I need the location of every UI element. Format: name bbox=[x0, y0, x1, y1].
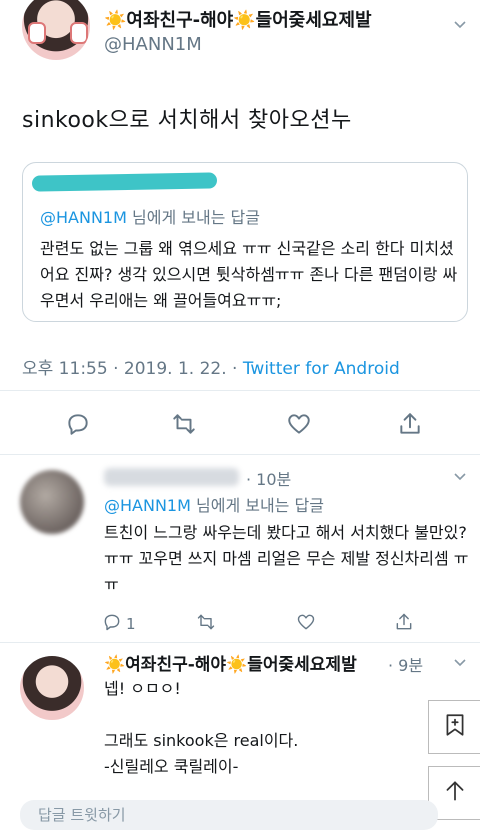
divider bbox=[0, 642, 480, 643]
reply-avatar[interactable] bbox=[20, 656, 84, 720]
bookmark-add-icon bbox=[442, 712, 468, 742]
avatar-hand-right bbox=[70, 22, 88, 44]
reply-compose-input[interactable]: 답글 트윗하기 bbox=[20, 800, 438, 830]
tweet-timestamp-line: 오후 11:55 · 2019. 1. 22. · Twitter for An… bbox=[22, 354, 400, 379]
share-icon[interactable] bbox=[396, 410, 424, 438]
reply-body: 넵! ㅇㅁㅇ! 그래도 sinkook은 real이다. -신릴레오 쿡릴레이- bbox=[104, 679, 299, 776]
retweet-icon[interactable] bbox=[170, 410, 198, 438]
tweet-source-link[interactable]: Twitter for Android bbox=[243, 359, 400, 379]
chevron-down-icon[interactable] bbox=[452, 16, 468, 32]
chevron-down-icon[interactable] bbox=[452, 654, 468, 674]
reply-body: 트친이 느그랑 싸우는데 봤다고 해서 서치했다 불만있? ㅠㅠ 꼬우면 쓰지 … bbox=[104, 523, 469, 594]
avatar-hand-left bbox=[28, 22, 46, 44]
reply-icon bbox=[102, 612, 122, 636]
reply-author-name-blurred bbox=[104, 468, 239, 486]
bookmark-add-button[interactable] bbox=[428, 700, 480, 754]
tweet-text: sinkook으로 서치해서 찾아오션누 bbox=[22, 108, 352, 133]
share-icon[interactable] bbox=[394, 612, 414, 636]
reply-author-name[interactable]: ☀️여좌친구-해야☀️들어줒세요제발 bbox=[104, 650, 357, 675]
chevron-down-icon[interactable] bbox=[452, 468, 468, 488]
quote-reply-context: @HANN1M 님에게 보내는 답글 bbox=[40, 204, 260, 228]
heart-icon[interactable] bbox=[296, 612, 316, 636]
reply-context-handle[interactable]: @HANN1M bbox=[104, 496, 191, 515]
reply-context: @HANN1M 님에게 보내는 답글 bbox=[104, 492, 324, 516]
reply-icon[interactable] bbox=[64, 410, 92, 438]
arrow-up-icon bbox=[442, 778, 468, 808]
author-handle[interactable]: @HANN1M bbox=[104, 34, 202, 55]
reply-context-suffix: 님에게 보내는 답글 bbox=[196, 496, 324, 515]
author-avatar[interactable] bbox=[22, 0, 90, 60]
quote-body: 관련도 없는 그룹 왜 엮으세요 ㅠㅠ 신국같은 소리 한다 미치셨어요 진짜?… bbox=[40, 239, 458, 310]
redaction-scribble bbox=[31, 172, 218, 192]
quote-reply-handle[interactable]: @HANN1M bbox=[40, 208, 127, 227]
retweet-icon[interactable] bbox=[196, 612, 216, 636]
reply-avatar[interactable] bbox=[20, 470, 84, 534]
tweet-timestamp[interactable]: 오후 11:55 · 2019. 1. 22. · bbox=[22, 359, 243, 379]
reply-count: 1 bbox=[126, 615, 136, 633]
reply-time: · 10분 bbox=[246, 470, 292, 489]
quote-reply-suffix: 님에게 보내는 답글 bbox=[132, 208, 260, 227]
divider bbox=[0, 454, 480, 455]
reply-button[interactable]: 1 bbox=[102, 612, 136, 636]
author-display-name[interactable]: ☀️여좌친구-해야☀️들어줒세요제발 bbox=[104, 6, 372, 32]
heart-icon[interactable] bbox=[285, 410, 313, 438]
reply-time: · 9분 bbox=[388, 656, 424, 675]
divider bbox=[0, 390, 480, 391]
